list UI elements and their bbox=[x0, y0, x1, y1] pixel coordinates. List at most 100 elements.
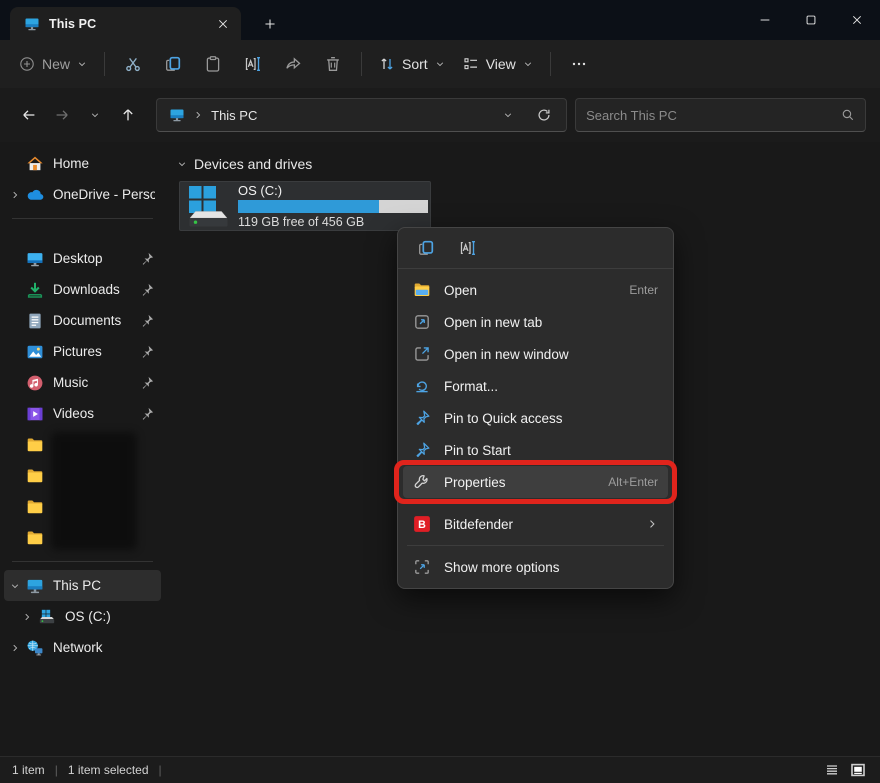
chevron-right-icon[interactable] bbox=[4, 643, 26, 653]
recent-locations-button[interactable] bbox=[80, 100, 109, 130]
sidebar-item-music[interactable]: Music bbox=[4, 367, 161, 398]
menu-item-pin-to-start[interactable]: Pin to Start bbox=[403, 434, 668, 466]
menu-item-format[interactable]: Format... bbox=[403, 370, 668, 402]
wrench-icon bbox=[413, 473, 431, 491]
thumbnail-view-icon bbox=[850, 762, 866, 778]
menu-item-label: Open in new tab bbox=[444, 315, 542, 330]
menu-item-open-in-new-window[interactable]: Open in new window bbox=[403, 338, 668, 370]
maximize-button[interactable] bbox=[788, 0, 834, 40]
chevron-right-icon[interactable] bbox=[16, 612, 38, 622]
minimize-icon bbox=[758, 13, 772, 27]
sidebar-item-videos[interactable]: Videos bbox=[4, 398, 161, 429]
sidebar-item-downloads[interactable]: Downloads bbox=[4, 274, 161, 305]
new-button[interactable]: New bbox=[10, 50, 96, 78]
share-button[interactable] bbox=[273, 47, 313, 81]
share-icon bbox=[284, 55, 302, 73]
sort-button[interactable]: Sort bbox=[370, 50, 454, 78]
sidebar-top-section: HomeOneDrive - Persona bbox=[0, 148, 165, 210]
drive-icon bbox=[38, 608, 56, 626]
address-bar[interactable]: This PC bbox=[156, 98, 567, 132]
view-button[interactable]: View bbox=[454, 50, 542, 78]
menu-item-show-more-options[interactable]: Show more options bbox=[403, 551, 668, 583]
menu-item-properties[interactable]: PropertiesAlt+Enter bbox=[403, 466, 668, 498]
chevron-down-icon[interactable] bbox=[4, 581, 26, 591]
sidebar-item-documents[interactable]: Documents bbox=[4, 305, 161, 336]
cut-button[interactable] bbox=[113, 47, 153, 81]
drive-tile-os-c[interactable]: OS (C:) 119 GB free of 456 GB bbox=[179, 181, 431, 231]
address-dropdown-button[interactable] bbox=[494, 101, 522, 129]
this-pc-icon bbox=[169, 107, 185, 123]
trash-icon bbox=[324, 55, 342, 73]
drive-name: OS (C:) bbox=[238, 183, 428, 198]
drive-usage-fill bbox=[238, 200, 379, 213]
redacted-label-area bbox=[51, 432, 137, 550]
onedrive-icon bbox=[26, 186, 44, 204]
new-tab-button[interactable] bbox=[256, 12, 284, 36]
paste-button[interactable] bbox=[193, 47, 233, 81]
sidebar-pinned-section: Desktop Downloads Documents Pictures Music Vi… bbox=[0, 243, 165, 429]
breadcrumb[interactable]: This PC bbox=[211, 108, 257, 123]
file-explorer-window: This PC New bbox=[0, 0, 880, 783]
navigation-bar: This PC bbox=[0, 88, 880, 142]
menu-item-open-in-new-tab[interactable]: Open in new tab bbox=[403, 306, 668, 338]
sidebar-item-label: Videos bbox=[53, 406, 139, 421]
sidebar-item-os-c[interactable]: OS (C:) bbox=[4, 601, 161, 632]
pin-blue-icon bbox=[413, 441, 431, 459]
forward-button[interactable] bbox=[47, 100, 76, 130]
music-icon bbox=[26, 374, 44, 392]
divider bbox=[104, 52, 105, 76]
delete-button[interactable] bbox=[313, 47, 353, 81]
menu-item-bitdefender[interactable]: BBitdefender bbox=[403, 508, 668, 540]
copy-button[interactable] bbox=[153, 47, 193, 81]
rename-button[interactable] bbox=[453, 233, 483, 263]
divider bbox=[12, 218, 153, 219]
pin-icon bbox=[139, 313, 155, 329]
arrow-up-icon bbox=[120, 107, 136, 123]
sidebar-item-label: Downloads bbox=[53, 282, 139, 297]
sidebar-item-label: OS (C:) bbox=[65, 609, 155, 624]
tab-title: This PC bbox=[49, 17, 202, 31]
back-button[interactable] bbox=[14, 100, 43, 130]
close-button[interactable] bbox=[834, 0, 880, 40]
minimize-button[interactable] bbox=[742, 0, 788, 40]
open-new-window-icon bbox=[413, 345, 431, 363]
sidebar-item-label: Pictures bbox=[53, 344, 139, 359]
details-view-button[interactable] bbox=[821, 761, 842, 780]
sidebar-item-network[interactable]: Network bbox=[4, 632, 161, 663]
copy-icon bbox=[164, 55, 182, 73]
devices-and-drives-header[interactable]: Devices and drives bbox=[175, 152, 880, 174]
tab-close-button[interactable] bbox=[211, 12, 235, 36]
sidebar-item-pictures[interactable]: Pictures bbox=[4, 336, 161, 367]
rename-button[interactable] bbox=[233, 47, 273, 81]
up-button[interactable] bbox=[113, 100, 142, 130]
sidebar-item-this-pc[interactable]: This PC bbox=[4, 570, 161, 601]
navigation-pane: HomeOneDrive - Persona DesktopDownloadsD… bbox=[0, 142, 165, 756]
sidebar-tree-section: This PC OS (C:) Network bbox=[0, 570, 165, 663]
arrow-right-icon bbox=[54, 107, 70, 123]
search-input[interactable] bbox=[586, 108, 841, 123]
divider bbox=[361, 52, 362, 76]
menu-item-open[interactable]: OpenEnter bbox=[403, 274, 668, 306]
sidebar-item-desktop[interactable]: Desktop bbox=[4, 243, 161, 274]
folder-icon bbox=[26, 529, 44, 547]
menu-item-pin-to-quick-access[interactable]: Pin to Quick access bbox=[403, 402, 668, 434]
chevron-down-icon bbox=[523, 59, 533, 69]
refresh-button[interactable] bbox=[530, 101, 558, 129]
divider bbox=[550, 52, 551, 76]
see-more-button[interactable] bbox=[559, 47, 599, 81]
sidebar-item-onedrive-persona[interactable]: OneDrive - Persona bbox=[4, 179, 161, 210]
sidebar-item-home[interactable]: Home bbox=[4, 148, 161, 179]
quick-actions-row bbox=[398, 228, 673, 269]
drive-free-space: 119 GB free of 456 GB bbox=[238, 215, 428, 229]
thumbnail-view-button[interactable] bbox=[847, 761, 868, 780]
status-bar: 1 item | 1 item selected | bbox=[0, 756, 880, 783]
close-icon bbox=[216, 17, 230, 31]
desktop-icon bbox=[26, 250, 44, 268]
chevron-right-icon[interactable] bbox=[4, 190, 26, 200]
tab-this-pc[interactable]: This PC bbox=[10, 7, 241, 40]
folder-icon bbox=[26, 498, 44, 516]
copy-button[interactable] bbox=[411, 233, 441, 263]
this-pc-icon bbox=[24, 16, 40, 32]
arrow-left-icon bbox=[21, 107, 37, 123]
menu-shortcut: Alt+Enter bbox=[608, 475, 658, 489]
